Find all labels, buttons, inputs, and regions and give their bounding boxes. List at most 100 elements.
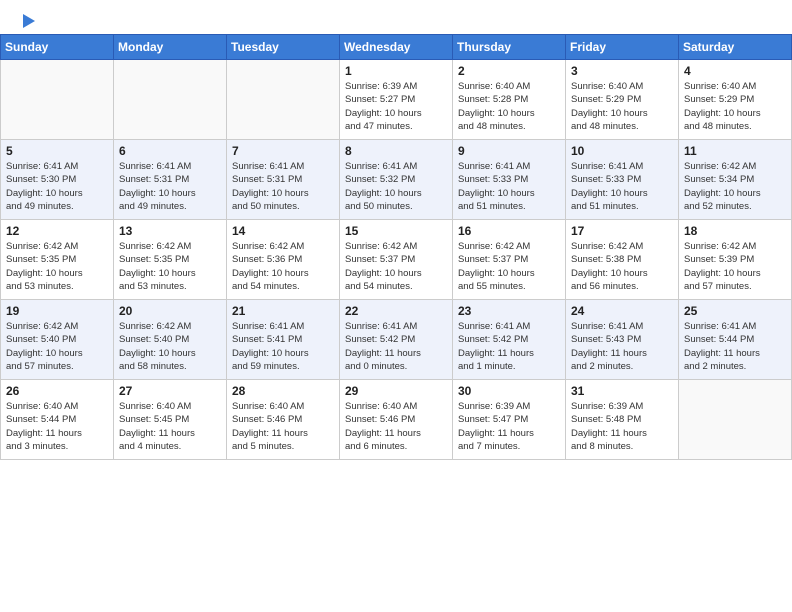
day-number: 21 — [232, 304, 334, 318]
day-number: 19 — [6, 304, 108, 318]
calendar-dow-wednesday: Wednesday — [340, 35, 453, 60]
day-info: Sunrise: 6:41 AM Sunset: 5:41 PM Dayligh… — [232, 320, 334, 373]
day-number: 7 — [232, 144, 334, 158]
day-number: 5 — [6, 144, 108, 158]
day-info: Sunrise: 6:40 AM Sunset: 5:28 PM Dayligh… — [458, 80, 560, 133]
day-number: 6 — [119, 144, 221, 158]
day-info: Sunrise: 6:40 AM Sunset: 5:29 PM Dayligh… — [684, 80, 786, 133]
day-number: 28 — [232, 384, 334, 398]
day-info: Sunrise: 6:40 AM Sunset: 5:46 PM Dayligh… — [345, 400, 447, 453]
calendar-day-13: 13Sunrise: 6:42 AM Sunset: 5:35 PM Dayli… — [114, 220, 227, 300]
calendar-day-29: 29 Sunrise: 6:40 AM Sunset: 5:46 PM Dayli… — [340, 380, 453, 460]
day-number: 31 — [571, 384, 673, 398]
calendar-day-3: 3 Sunrise: 6:40 AM Sunset: 5:29 PM Daylig… — [566, 60, 679, 140]
calendar-day-23: 23 Sunrise: 6:41 AM Sunset: 5:42 PM Dayli… — [453, 300, 566, 380]
calendar-day-2: 2Sunrise: 6:40 AM Sunset: 5:28 PM Daylig… — [453, 60, 566, 140]
day-info: Sunrise: 6:42 AM Sunset: 5:37 PM Dayligh… — [345, 240, 447, 293]
day-info: Sunrise: 6:41 AM Sunset: 5:43 PM Dayligh… — [571, 320, 673, 373]
calendar-day-30: 30Sunrise: 6:39 AM Sunset: 5:47 PM Dayli… — [453, 380, 566, 460]
calendar-day-11: 11 Sunrise: 6:42 AM Sunset: 5:34 PM Dayli… — [679, 140, 792, 220]
calendar-day-8: 8Sunrise: 6:41 AM Sunset: 5:32 PM Daylig… — [340, 140, 453, 220]
day-number: 20 — [119, 304, 221, 318]
day-number: 22 — [345, 304, 447, 318]
calendar-day-9: 9Sunrise: 6:41 AM Sunset: 5:33 PM Daylig… — [453, 140, 566, 220]
day-number: 14 — [232, 224, 334, 238]
day-info: Sunrise: 6:40 AM Sunset: 5:45 PM Dayligh… — [119, 400, 221, 453]
day-info: Sunrise: 6:41 AM Sunset: 5:44 PM Dayligh… — [684, 320, 786, 373]
calendar-day-empty — [227, 60, 340, 140]
day-info: Sunrise: 6:40 AM Sunset: 5:44 PM Dayligh… — [6, 400, 108, 453]
day-info: Sunrise: 6:41 AM Sunset: 5:30 PM Dayligh… — [6, 160, 108, 213]
day-info: Sunrise: 6:42 AM Sunset: 5:34 PM Dayligh… — [684, 160, 786, 213]
day-number: 26 — [6, 384, 108, 398]
calendar-dow-saturday: Saturday — [679, 35, 792, 60]
calendar-dow-sunday: Sunday — [1, 35, 114, 60]
calendar-day-21: 21 Sunrise: 6:41 AM Sunset: 5:41 PM Dayli… — [227, 300, 340, 380]
calendar-day-27: 27 Sunrise: 6:40 AM Sunset: 5:45 PM Dayli… — [114, 380, 227, 460]
calendar-day-empty — [679, 380, 792, 460]
day-info: Sunrise: 6:42 AM Sunset: 5:39 PM Dayligh… — [684, 240, 786, 293]
day-info: Sunrise: 6:41 AM Sunset: 5:31 PM Dayligh… — [119, 160, 221, 213]
calendar-week-row: 1 Sunrise: 6:39 AM Sunset: 5:27 PM Daylig… — [1, 60, 792, 140]
calendar-day-31: 31 Sunrise: 6:39 AM Sunset: 5:48 PM Dayli… — [566, 380, 679, 460]
calendar-day-18: 18 Sunrise: 6:42 AM Sunset: 5:39 PM Dayli… — [679, 220, 792, 300]
calendar-week-row: 12 Sunrise: 6:42 AM Sunset: 5:35 PM Dayli… — [1, 220, 792, 300]
day-number: 11 — [684, 144, 786, 158]
calendar-day-4: 4Sunrise: 6:40 AM Sunset: 5:29 PM Daylig… — [679, 60, 792, 140]
day-number: 1 — [345, 64, 447, 78]
day-number: 15 — [345, 224, 447, 238]
calendar-day-17: 17 Sunrise: 6:42 AM Sunset: 5:38 PM Dayli… — [566, 220, 679, 300]
day-number: 10 — [571, 144, 673, 158]
calendar-day-1: 1 Sunrise: 6:39 AM Sunset: 5:27 PM Daylig… — [340, 60, 453, 140]
day-info: Sunrise: 6:42 AM Sunset: 5:36 PM Dayligh… — [232, 240, 334, 293]
day-number: 3 — [571, 64, 673, 78]
calendar-day-14: 14 Sunrise: 6:42 AM Sunset: 5:36 PM Dayli… — [227, 220, 340, 300]
day-info: Sunrise: 6:41 AM Sunset: 5:42 PM Dayligh… — [345, 320, 447, 373]
calendar-dow-tuesday: Tuesday — [227, 35, 340, 60]
day-info: Sunrise: 6:39 AM Sunset: 5:27 PM Dayligh… — [345, 80, 447, 133]
calendar-day-22: 22 Sunrise: 6:41 AM Sunset: 5:42 PM Dayli… — [340, 300, 453, 380]
day-number: 13 — [119, 224, 221, 238]
day-info: Sunrise: 6:39 AM Sunset: 5:47 PM Dayligh… — [458, 400, 560, 453]
day-info: Sunrise: 6:41 AM Sunset: 5:42 PM Dayligh… — [458, 320, 560, 373]
calendar-day-10: 10Sunrise: 6:41 AM Sunset: 5:33 PM Dayli… — [566, 140, 679, 220]
calendar-day-20: 20 Sunrise: 6:42 AM Sunset: 5:40 PM Dayli… — [114, 300, 227, 380]
calendar-day-12: 12 Sunrise: 6:42 AM Sunset: 5:35 PM Dayli… — [1, 220, 114, 300]
calendar-day-6: 6 Sunrise: 6:41 AM Sunset: 5:31 PM Daylig… — [114, 140, 227, 220]
day-number: 16 — [458, 224, 560, 238]
calendar-dow-monday: Monday — [114, 35, 227, 60]
calendar-header-row: SundayMondayTuesdayWednesdayThursdayFrid… — [1, 35, 792, 60]
day-number: 17 — [571, 224, 673, 238]
day-info: Sunrise: 6:41 AM Sunset: 5:33 PM Dayligh… — [458, 160, 560, 213]
page-header — [0, 0, 792, 34]
day-number: 27 — [119, 384, 221, 398]
day-info: Sunrise: 6:39 AM Sunset: 5:48 PM Dayligh… — [571, 400, 673, 453]
calendar-day-empty — [114, 60, 227, 140]
day-number: 24 — [571, 304, 673, 318]
calendar-week-row: 5 Sunrise: 6:41 AM Sunset: 5:30 PM Daylig… — [1, 140, 792, 220]
calendar-day-25: 25Sunrise: 6:41 AM Sunset: 5:44 PM Dayli… — [679, 300, 792, 380]
day-number: 12 — [6, 224, 108, 238]
day-info: Sunrise: 6:42 AM Sunset: 5:38 PM Dayligh… — [571, 240, 673, 293]
calendar-day-26: 26 Sunrise: 6:40 AM Sunset: 5:44 PM Dayli… — [1, 380, 114, 460]
calendar-week-row: 19 Sunrise: 6:42 AM Sunset: 5:40 PM Dayli… — [1, 300, 792, 380]
calendar-day-28: 28 Sunrise: 6:40 AM Sunset: 5:46 PM Dayli… — [227, 380, 340, 460]
calendar-day-16: 16 Sunrise: 6:42 AM Sunset: 5:37 PM Dayli… — [453, 220, 566, 300]
day-info: Sunrise: 6:40 AM Sunset: 5:29 PM Dayligh… — [571, 80, 673, 133]
calendar-dow-friday: Friday — [566, 35, 679, 60]
day-number: 23 — [458, 304, 560, 318]
calendar-table: SundayMondayTuesdayWednesdayThursdayFrid… — [0, 34, 792, 460]
day-info: Sunrise: 6:42 AM Sunset: 5:37 PM Dayligh… — [458, 240, 560, 293]
day-number: 29 — [345, 384, 447, 398]
day-info: Sunrise: 6:40 AM Sunset: 5:46 PM Dayligh… — [232, 400, 334, 453]
calendar-day-19: 19 Sunrise: 6:42 AM Sunset: 5:40 PM Dayli… — [1, 300, 114, 380]
day-info: Sunrise: 6:42 AM Sunset: 5:40 PM Dayligh… — [119, 320, 221, 373]
day-number: 8 — [345, 144, 447, 158]
logo — [20, 14, 35, 28]
calendar-week-row: 26 Sunrise: 6:40 AM Sunset: 5:44 PM Dayli… — [1, 380, 792, 460]
calendar-day-15: 15 Sunrise: 6:42 AM Sunset: 5:37 PM Dayli… — [340, 220, 453, 300]
day-info: Sunrise: 6:42 AM Sunset: 5:35 PM Dayligh… — [6, 240, 108, 293]
day-number: 18 — [684, 224, 786, 238]
calendar-day-empty — [1, 60, 114, 140]
day-info: Sunrise: 6:42 AM Sunset: 5:40 PM Dayligh… — [6, 320, 108, 373]
